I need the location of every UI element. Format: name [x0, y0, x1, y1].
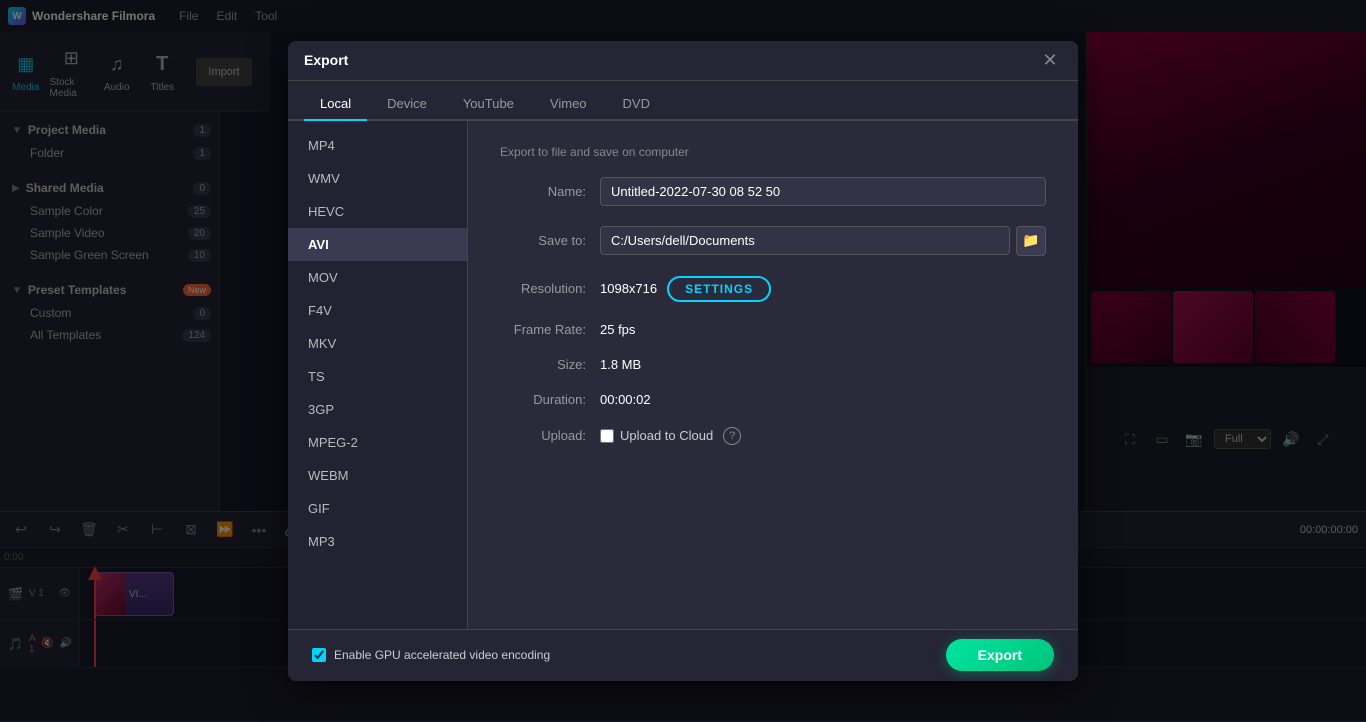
tab-device[interactable]: Device — [371, 88, 443, 121]
resolution-field-row: Resolution: 1098x716 SETTINGS — [500, 276, 1046, 302]
format-mpeg2[interactable]: MPEG-2 — [288, 426, 467, 459]
settings-panel: Export to file and save on computer Name… — [468, 121, 1078, 629]
format-mp3[interactable]: MP3 — [288, 525, 467, 558]
duration-display: 00:00:02 — [600, 392, 651, 407]
size-value: 1.8 MB — [600, 357, 1046, 372]
save-to-field-row: Save to: 📁 — [500, 226, 1046, 256]
format-list: MP4 WMV HEVC AVI MOV F4V MKV TS 3GP MPEG… — [288, 121, 468, 629]
frame-rate-field-row: Frame Rate: 25 fps — [500, 322, 1046, 337]
format-webm[interactable]: WEBM — [288, 459, 467, 492]
tab-dvd[interactable]: DVD — [607, 88, 666, 121]
size-field-row: Size: 1.8 MB — [500, 357, 1046, 372]
modal-overlay: Export ✕ Local Device YouTube Vimeo DVD … — [0, 0, 1366, 721]
tab-vimeo[interactable]: Vimeo — [534, 88, 603, 121]
name-field-row: Name: — [500, 177, 1046, 206]
dialog-footer: Enable GPU accelerated video encoding Ex… — [288, 629, 1078, 681]
dialog-body: MP4 WMV HEVC AVI MOV F4V MKV TS 3GP MPEG… — [288, 121, 1078, 629]
export-dialog: Export ✕ Local Device YouTube Vimeo DVD … — [288, 41, 1078, 681]
tab-local[interactable]: Local — [304, 88, 367, 121]
format-hevc[interactable]: HEVC — [288, 195, 467, 228]
format-f4v[interactable]: F4V — [288, 294, 467, 327]
save-to-label: Save to: — [500, 233, 600, 248]
save-to-value: 📁 — [600, 226, 1046, 256]
format-ts[interactable]: TS — [288, 360, 467, 393]
dialog-tabs: Local Device YouTube Vimeo DVD — [288, 81, 1078, 121]
frame-rate-label: Frame Rate: — [500, 322, 600, 337]
format-gif[interactable]: GIF — [288, 492, 467, 525]
dialog-close-button[interactable]: ✕ — [1038, 48, 1062, 72]
settings-button[interactable]: SETTINGS — [667, 276, 771, 302]
size-display: 1.8 MB — [600, 357, 641, 372]
export-subtitle: Export to file and save on computer — [500, 145, 1046, 159]
resolution-label: Resolution: — [500, 281, 600, 296]
format-mov[interactable]: MOV — [288, 261, 467, 294]
path-browse-button[interactable]: 📁 — [1016, 226, 1046, 256]
dialog-title: Export — [304, 52, 348, 68]
upload-to-cloud-label[interactable]: Upload to Cloud — [600, 428, 713, 443]
upload-options: Upload to Cloud ? — [600, 427, 1046, 445]
upload-to-cloud-text: Upload to Cloud — [620, 428, 713, 443]
duration-label: Duration: — [500, 392, 600, 407]
frame-rate-value: 25 fps — [600, 322, 1046, 337]
name-value — [600, 177, 1046, 206]
upload-field-row: Upload: Upload to Cloud ? — [500, 427, 1046, 445]
gpu-label-text: Enable GPU accelerated video encoding — [334, 648, 550, 662]
name-input[interactable] — [600, 177, 1046, 206]
frame-rate-display: 25 fps — [600, 322, 635, 337]
export-button[interactable]: Export — [946, 639, 1054, 671]
upload-help-icon[interactable]: ? — [723, 427, 741, 445]
tab-youtube[interactable]: YouTube — [447, 88, 530, 121]
upload-to-cloud-checkbox[interactable] — [600, 429, 614, 443]
size-label: Size: — [500, 357, 600, 372]
format-mkv[interactable]: MKV — [288, 327, 467, 360]
duration-value: 00:00:02 — [600, 392, 1046, 407]
format-wmv[interactable]: WMV — [288, 162, 467, 195]
resolution-value-row: 1098x716 SETTINGS — [600, 276, 1046, 302]
name-label: Name: — [500, 184, 600, 199]
resolution-value: 1098x716 — [600, 281, 657, 296]
path-input-row: 📁 — [600, 226, 1046, 256]
path-input[interactable] — [600, 226, 1010, 255]
format-3gp[interactable]: 3GP — [288, 393, 467, 426]
gpu-checkbox[interactable] — [312, 648, 326, 662]
duration-field-row: Duration: 00:00:02 — [500, 392, 1046, 407]
dialog-header: Export ✕ — [288, 41, 1078, 81]
gpu-checkbox-label[interactable]: Enable GPU accelerated video encoding — [312, 648, 550, 662]
format-avi[interactable]: AVI — [288, 228, 467, 261]
upload-label: Upload: — [500, 428, 600, 443]
format-mp4[interactable]: MP4 — [288, 129, 467, 162]
